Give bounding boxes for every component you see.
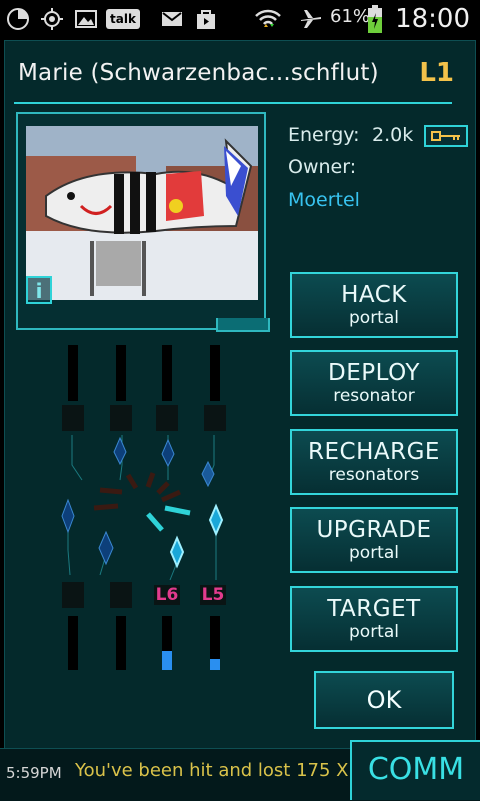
upgrade-portal-button[interactable]: UPGRADE portal: [290, 507, 458, 573]
upgrade-label: UPGRADE: [316, 517, 432, 543]
pie-chart-icon: [7, 8, 29, 30]
energy-value: 2.0k: [372, 124, 414, 146]
status-bar: talk 61% 18:00: [0, 0, 480, 38]
resonator-3-top-slot: [156, 405, 178, 431]
upgrade-sublabel: portal: [349, 543, 399, 563]
deploy-sublabel: resonator: [333, 386, 415, 406]
airplane-icon: [301, 10, 321, 28]
resonator-4-top-slot: [204, 405, 226, 431]
image-icon: [75, 10, 97, 28]
resonator-1-energy-bar: [68, 616, 78, 670]
portal-photo[interactable]: [26, 126, 258, 300]
energy-label: Energy:: [288, 124, 360, 146]
battery-icon: [368, 5, 382, 33]
resonator-1-level-slot: [62, 582, 84, 608]
portal-key-button[interactable]: [424, 125, 468, 147]
resonator-3-energy-fill: [162, 651, 172, 670]
shop-icon: [197, 10, 215, 29]
talk-icon: talk: [106, 9, 140, 29]
hack-label: HACK: [341, 282, 407, 308]
recharge-label: RECHARGE: [308, 439, 440, 465]
resonator-2-top-bar: [116, 345, 126, 401]
resonator-4-top-bar: [210, 345, 220, 401]
resonator-2-level-slot: [110, 582, 132, 608]
portal-level: L1: [419, 58, 454, 88]
resonator-3-energy-bar: [162, 616, 172, 670]
wifi-icon: [255, 9, 281, 27]
resonator-1-top-bar: [68, 345, 78, 401]
gmail-icon: [162, 12, 182, 26]
resonator-3-level: L6: [154, 585, 180, 605]
portal-info-button[interactable]: i: [26, 276, 52, 304]
battery-percent: 61%: [330, 6, 371, 27]
resonator-3-top-bar: [162, 345, 172, 401]
target-sublabel: portal: [349, 622, 399, 642]
hack-portal-button[interactable]: HACK portal: [290, 272, 458, 338]
resonator-4-level: L5: [200, 585, 226, 605]
owner-label: Owner:: [288, 156, 357, 178]
gps-icon: [41, 8, 63, 30]
deploy-resonator-button[interactable]: DEPLOY resonator: [290, 350, 458, 416]
resonator-4-energy-bar: [210, 616, 220, 670]
comm-message[interactable]: You've been hit and lost 175 X: [75, 760, 365, 781]
photo-frame-tab: [216, 318, 270, 332]
comm-button[interactable]: COMM: [350, 740, 480, 800]
hack-sublabel: portal: [349, 308, 399, 328]
deploy-label: DEPLOY: [327, 360, 420, 386]
key-icon: [431, 131, 460, 141]
resonator-2-energy-bar: [116, 616, 126, 670]
ok-button[interactable]: OK: [314, 671, 454, 729]
title-divider: [14, 102, 452, 104]
clock: 18:00: [395, 4, 470, 34]
recharge-sublabel: resonators: [328, 465, 420, 485]
recharge-resonators-button[interactable]: RECHARGE resonators: [290, 429, 458, 495]
portal-title: Marie (Schwarzenbac...schflut): [18, 60, 379, 86]
comm-time: 5:59PM: [6, 764, 62, 782]
resonator-2-top-slot: [110, 405, 132, 431]
target-portal-button[interactable]: TARGET portal: [290, 586, 458, 652]
resonator-4-energy-fill: [210, 659, 220, 670]
portal-photo-image: [26, 126, 258, 300]
owner-name[interactable]: Moertel: [288, 189, 360, 211]
target-label: TARGET: [327, 596, 421, 622]
resonator-1-top-slot: [62, 405, 84, 431]
